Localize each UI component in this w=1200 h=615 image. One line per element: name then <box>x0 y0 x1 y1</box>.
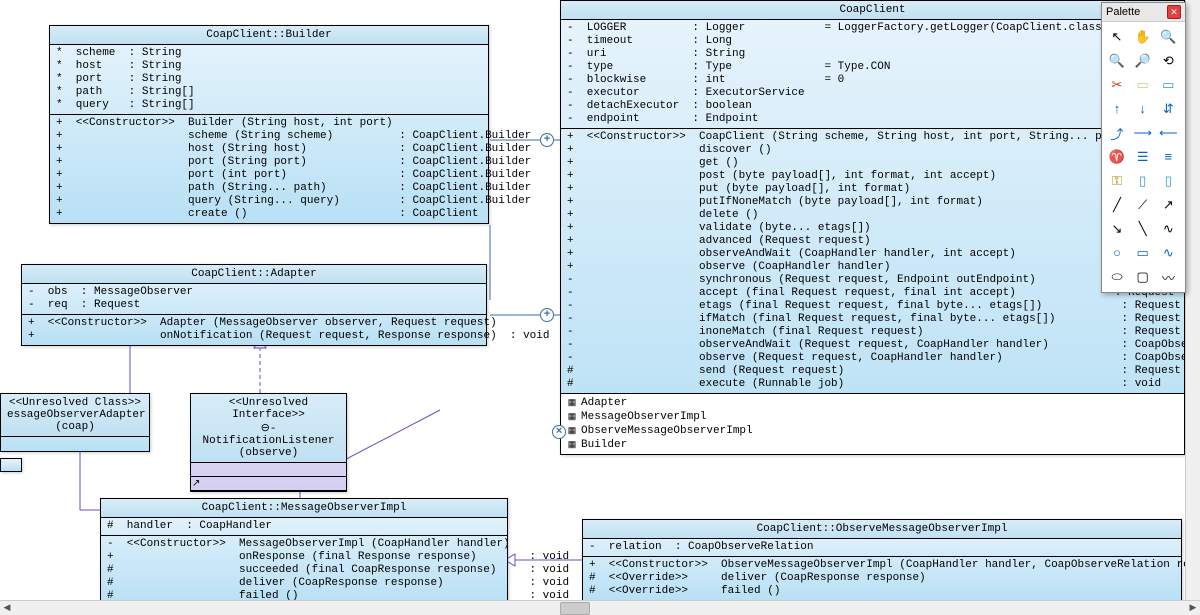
scroll-right-icon[interactable]: ▶ <box>1186 601 1200 615</box>
zoom-in-icon[interactable]: 🔍 <box>1157 26 1179 48</box>
interface-unresolved[interactable]: <<Unresolved Interface>> ⊖- Notification… <box>190 393 347 492</box>
class-builder[interactable]: CoapClient::Builder * scheme : String * … <box>49 25 489 224</box>
roundrect-icon[interactable]: ▢ <box>1132 266 1154 288</box>
dep-icon[interactable]: ⤴ <box>1106 122 1128 144</box>
nested-label: MessageObserverImpl <box>581 411 706 423</box>
class-adapter[interactable]: CoapClient::Adapter - obs : MessageObser… <box>21 264 487 346</box>
palette-window[interactable]: Palette ✕ ↖ ✋ 🔍 🔍 🔎 ⟲ ✂ ▭ ▭ ↑ ↓ ⇵ ⤴ ⟶ ⟵ … <box>1101 2 1186 293</box>
nested-item[interactable]: ▦ Builder <box>567 438 1178 452</box>
line3-icon[interactable]: ↗ <box>1157 194 1179 216</box>
zoom-out-icon[interactable]: 🔍 <box>1106 50 1128 72</box>
class-title: <<Unresolved Interface>> ⊖- Notification… <box>191 394 346 463</box>
nested-item[interactable]: ▦ Adapter <box>567 396 1178 410</box>
line1-icon[interactable]: ╱ <box>1106 194 1128 216</box>
nested-label: Builder <box>581 439 627 451</box>
class-unresolved[interactable]: <<Unresolved Class>> essageObserverAdapt… <box>0 393 150 452</box>
attr-section: # handler : CoapHandler <box>101 518 507 536</box>
note-icon[interactable]: ▭ <box>1132 74 1154 96</box>
class-title: CoapClient <box>561 1 1184 20</box>
class-fragment[interactable] <box>0 458 22 472</box>
connector-plus[interactable]: + <box>540 133 554 147</box>
stereotype: <<Unresolved Interface>> <box>197 397 340 421</box>
zoom-fit-icon[interactable]: 🔎 <box>1132 50 1154 72</box>
hand-icon[interactable]: ✋ <box>1132 26 1154 48</box>
nested-item[interactable]: ▦ MessageObserverImpl <box>567 410 1178 424</box>
attr-section: - obs : MessageObserver - req : Request <box>22 284 486 315</box>
class-icon: ▦ <box>567 440 577 450</box>
attr-section: * scheme : String * host : String * port… <box>50 45 488 115</box>
ellipse-icon[interactable]: ○ <box>1106 242 1128 264</box>
diagram-canvas[interactable]: CoapClient::Builder * scheme : String * … <box>0 0 1200 615</box>
class-msgobserver[interactable]: CoapClient::MessageObserverImpl # handle… <box>100 498 508 606</box>
nested-label: ObserveMessageObserverImpl <box>581 425 753 437</box>
class-title: CoapClient::Adapter <box>22 265 486 284</box>
key-icon[interactable]: ⚿ <box>1106 170 1128 192</box>
attr-section: - relation : CoapObserveRelation <box>583 539 1181 557</box>
class-title: <<Unresolved Class>> essageObserverAdapt… <box>1 394 149 437</box>
ops-section: + <<Constructor>> Builder (String host, … <box>50 115 488 223</box>
attr-section <box>1 437 149 451</box>
interface-name: ⊖- NotificationListener <box>197 421 340 447</box>
palette-title-label: Palette <box>1106 6 1140 18</box>
ops-section: + <<Constructor>> CoapClient (String sch… <box>561 129 1184 394</box>
class-icon: ▦ <box>567 426 577 436</box>
cut-icon[interactable]: ✂ <box>1106 74 1128 96</box>
ops-section: + <<Constructor>> ObserveMessageObserver… <box>583 557 1181 600</box>
scroll-thumb[interactable] <box>560 602 590 615</box>
package: (coap) <box>7 421 143 433</box>
shortcut-icon: ↗ <box>192 478 200 490</box>
ops-section: + <<Constructor>> Adapter (MessageObserv… <box>22 315 486 345</box>
class-icon: ▦ <box>567 398 577 408</box>
horizontal-scrollbar[interactable]: ◀ ▶ <box>0 600 1200 615</box>
class-obsmsgobserver[interactable]: CoapClient::ObserveMessageObserverImpl -… <box>582 519 1182 601</box>
package: (observe) <box>197 447 340 459</box>
nested-label: Adapter <box>581 397 627 409</box>
line5-icon[interactable]: ╲ <box>1132 218 1154 240</box>
page-icon[interactable]: ▯ <box>1132 170 1154 192</box>
connector-x[interactable]: × <box>552 425 566 439</box>
nested-classes: ▦ Adapter ▦ MessageObserverImpl ▦ ObserveMe… <box>561 394 1184 454</box>
line6-icon[interactable]: ∿ <box>1157 218 1179 240</box>
assoc-icon[interactable]: ⟶ <box>1132 122 1154 144</box>
line2-icon[interactable]: ⟋ <box>1132 194 1154 216</box>
list-icon[interactable]: ☰ <box>1132 146 1154 168</box>
palette-grid: ↖ ✋ 🔍 🔍 🔎 ⟲ ✂ ▭ ▭ ↑ ↓ ⇵ ⤴ ⟶ ⟵ ♈ ☰ ≡ ⚿ ▯ … <box>1102 22 1185 292</box>
arrow-up-icon[interactable]: ↑ <box>1106 98 1128 120</box>
nested-item[interactable]: ▦ ObserveMessageObserverImpl <box>567 424 1178 438</box>
attr-section: - LOGGER : Logger = LoggerFactory.getLog… <box>561 20 1184 129</box>
package-icon[interactable]: ▭ <box>1157 74 1179 96</box>
palette-titlebar[interactable]: Palette ✕ <box>1102 3 1185 22</box>
scroll-left-icon[interactable]: ◀ <box>0 601 14 615</box>
path-icon[interactable]: 〰 <box>1157 266 1179 288</box>
ops-section: - <<Constructor>> MessageObserverImpl (C… <box>101 536 507 605</box>
class-coapclient[interactable]: CoapClient - LOGGER : Logger = LoggerFac… <box>560 0 1185 455</box>
class-name: essageObserverAdapter <box>7 409 143 421</box>
stereotype: <<Unresolved Class>> <box>7 397 143 409</box>
line4-icon[interactable]: ↘ <box>1106 218 1128 240</box>
arrow-down-icon[interactable]: ↓ <box>1132 98 1154 120</box>
arrow-updown-icon[interactable]: ⇵ <box>1157 98 1179 120</box>
tree-icon[interactable]: ♈ <box>1106 146 1128 168</box>
poly-icon[interactable]: ∿ <box>1157 242 1179 264</box>
attr-section <box>191 463 346 477</box>
zoom-100-icon[interactable]: ⟲ <box>1157 50 1179 72</box>
class-title: CoapClient::Builder <box>50 26 488 45</box>
ops-section <box>191 477 346 491</box>
connector-plus[interactable]: + <box>540 308 554 322</box>
page2-icon[interactable]: ▯ <box>1157 170 1179 192</box>
oval-icon[interactable]: ⬭ <box>1106 266 1128 288</box>
class-title: CoapClient::ObserveMessageObserverImpl <box>583 520 1181 539</box>
select-icon[interactable]: ↖ <box>1106 26 1128 48</box>
assoc2-icon[interactable]: ⟵ <box>1157 122 1179 144</box>
close-icon[interactable]: ✕ <box>1167 5 1181 19</box>
class-icon: ▦ <box>567 412 577 422</box>
class-title: CoapClient::MessageObserverImpl <box>101 499 507 518</box>
vertical-scrollbar[interactable] <box>1185 0 1200 600</box>
rect-icon[interactable]: ▭ <box>1132 242 1154 264</box>
list2-icon[interactable]: ≡ <box>1157 146 1179 168</box>
